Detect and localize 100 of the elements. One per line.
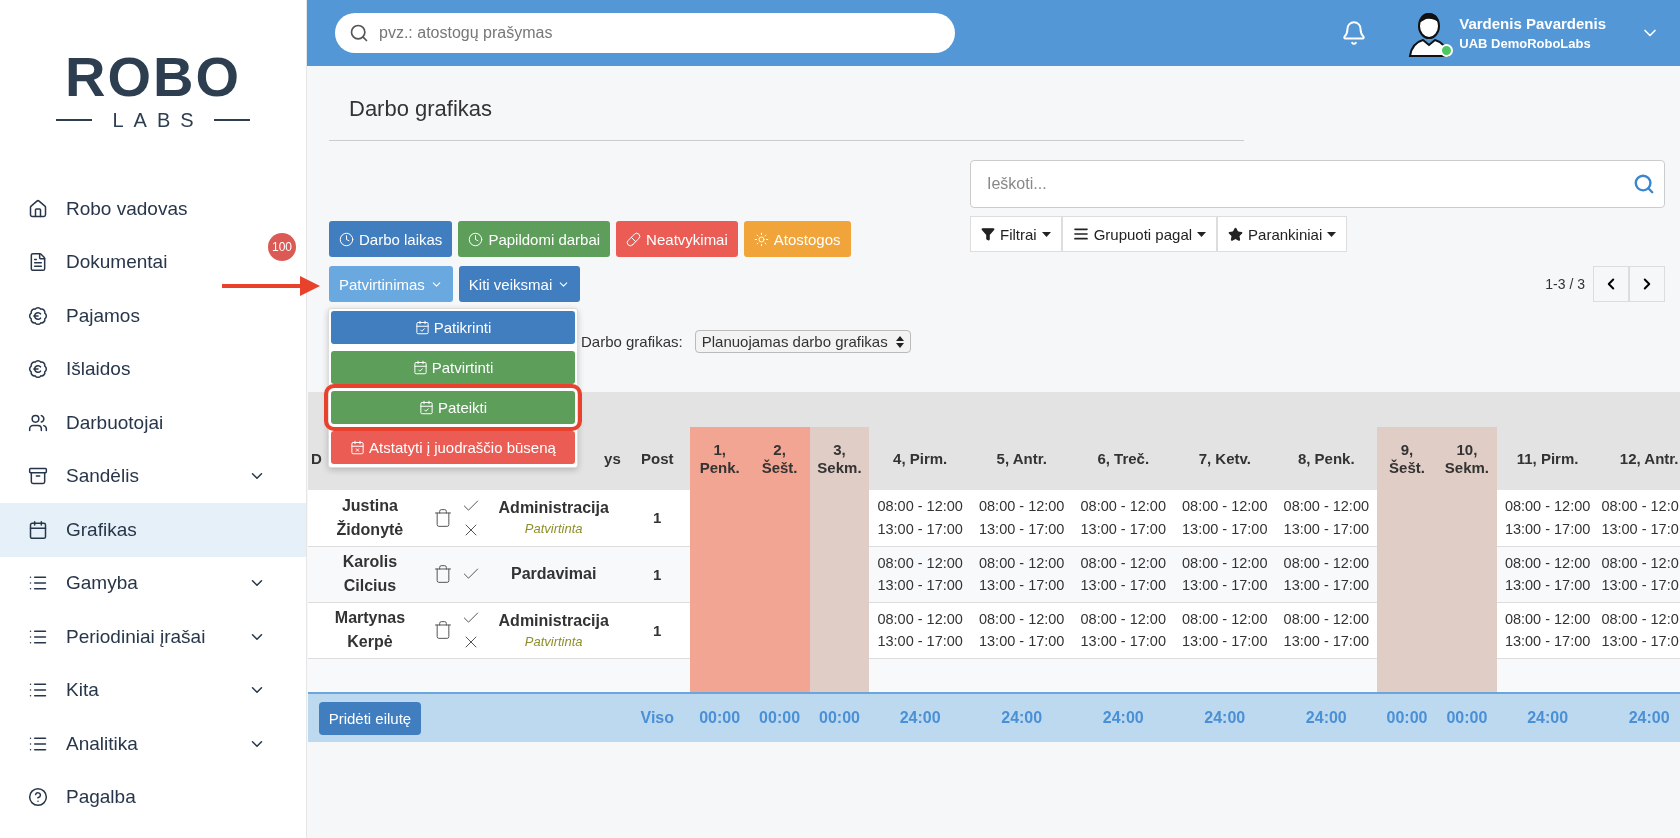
select-label: Darbo grafikas: [581, 333, 683, 350]
shift-time: 08:00 - 12:00 [1079, 553, 1167, 573]
department-name: Administracija [497, 499, 610, 518]
updown-icon [895, 335, 904, 348]
shift-time: 08:00 - 12:00 [1282, 609, 1371, 629]
sidebar-item[interactable]: Pagalba [0, 770, 306, 824]
sidebar-item[interactable]: Pajamos [0, 289, 306, 343]
sidebar-item[interactable]: Sandėlis [0, 449, 306, 503]
day-total: 24:00 [1305, 709, 1347, 726]
users-icon [28, 412, 48, 433]
day-header: 3, Sekm. [817, 440, 862, 476]
caret-icon [1327, 231, 1337, 237]
sidebar-item[interactable]: Išlaidos [0, 342, 306, 396]
calendar-check-icon [414, 320, 430, 335]
day-header: 12, Antr. [1619, 449, 1679, 467]
sidebar-label: Analitika [66, 732, 139, 755]
clock-icon [468, 231, 484, 247]
sidebar-label: Periodiniai įrašai [66, 625, 207, 648]
shift-time: 13:00 - 17:00 [876, 632, 964, 651]
sidebar-item[interactable]: Darbuotojai [0, 396, 306, 450]
trash-icon[interactable] [433, 507, 454, 528]
shift-time: 08:00 - 12:00 [876, 609, 964, 629]
sidebar-label: Grafikas [66, 518, 138, 541]
sidebar-item[interactable]: Analitika [0, 717, 306, 771]
sidebar-item[interactable]: Dokumentai 100 [0, 235, 306, 289]
add-row-button[interactable]: Pridėti eilutę [318, 701, 422, 735]
day-header: 2, Šešt. [761, 440, 798, 476]
shift-time: 13:00 - 17:00 [876, 576, 964, 595]
shift-time: 13:00 - 17:00 [1282, 519, 1371, 539]
sidebar-item[interactable]: Robo vadovas [0, 182, 306, 236]
sidebar-item[interactable]: Kita [0, 663, 306, 717]
next-page-button[interactable] [1629, 266, 1665, 302]
shift-time: 13:00 - 17:00 [1181, 632, 1269, 651]
day-header: 8, Penk. [1297, 449, 1355, 467]
shift-time: 08:00 - 12:00 [1503, 553, 1592, 573]
action-button[interactable]: Darbo laikas [329, 221, 453, 257]
shift-time: 13:00 - 17:00 [1079, 519, 1167, 539]
post-count: 1 [653, 509, 662, 527]
shift-time: 08:00 - 12:00 [1181, 609, 1269, 629]
column-header: D [311, 449, 322, 467]
company-name: UAB DemoRoboLabs [1459, 36, 1592, 51]
shift-time: 08:00 - 12:0 [1601, 553, 1680, 573]
day-total: 00:00 [1446, 709, 1488, 726]
employee-name: Martynas Kerpė [333, 608, 407, 652]
pager-range: 1-3 / 3 [1545, 276, 1585, 292]
sidebar-item[interactable]: Gamyba [0, 556, 306, 610]
employee-name: Justina Židonytė [335, 495, 405, 540]
shift-time: 13:00 - 17:00 [1503, 632, 1592, 651]
previous-page-button[interactable] [1593, 266, 1629, 302]
day-header: 11, Pirm. [1516, 449, 1579, 467]
day-header: 9, Šešt. [1389, 440, 1425, 476]
clock-icon [339, 231, 354, 247]
filter-button[interactable]: Grupuoti pagal [1061, 216, 1218, 252]
filter-button[interactable]: Filtrai [970, 216, 1062, 252]
status-label: Patvirtinta [523, 633, 584, 649]
shift-time: 08:00 - 12:0 [1601, 609, 1680, 629]
bell-icon[interactable] [1341, 20, 1368, 46]
shift-time: 08:00 - 12:00 [1282, 497, 1371, 517]
day-header: 5, Antr. [996, 449, 1047, 467]
sidebar-item[interactable]: Periodiniai įrašai [0, 610, 306, 664]
day-total: 24:00 [1001, 709, 1043, 726]
trash-icon[interactable] [433, 564, 454, 584]
post-count: 1 [653, 621, 662, 639]
euro-icon [28, 359, 48, 380]
archive-icon [28, 466, 48, 487]
day-total: 24:00 [1204, 709, 1246, 726]
department-name: Pardavimai [510, 565, 598, 583]
day-header: 7, Ketv. [1198, 449, 1251, 467]
department-name: Administracija [497, 611, 610, 630]
search-icon[interactable] [1633, 173, 1655, 195]
filter-button[interactable]: Parankiniai [1217, 216, 1348, 252]
menu-item[interactable]: Patikrinti [331, 311, 575, 344]
calendar-check-icon [412, 360, 428, 375]
menu-button[interactable]: Kiti veiksmai [458, 266, 581, 302]
schedule-select[interactable]: Planuojamas darbo grafikas [694, 330, 911, 353]
day-header: 1, Penk. [699, 440, 740, 476]
day-header: 4, Pirm. [893, 449, 948, 467]
sidebar-item[interactable]: Grafikas [0, 503, 306, 557]
shift-time: 08:00 - 12:0 [1601, 497, 1680, 517]
shift-time: 13:00 - 17:00 [977, 576, 1066, 595]
shift-time: 13:00 - 17:0 [1601, 519, 1680, 539]
star-icon [1228, 226, 1244, 242]
shift-time: 08:00 - 12:00 [1181, 553, 1269, 573]
sidebar-label: Kita [66, 679, 100, 702]
shift-time: 08:00 - 12:00 [1181, 497, 1269, 517]
shift-time: 13:00 - 17:00 [876, 519, 964, 539]
trash-icon[interactable] [433, 620, 454, 640]
global-search-field[interactable]: pvz.: atostogų prašymas [335, 13, 955, 53]
caret-icon [1041, 231, 1051, 237]
day-total: 24:00 [1527, 709, 1569, 726]
sidebar-label: Pagalba [66, 786, 137, 809]
sidebar-label: Gamyba [66, 572, 139, 595]
count-badge: 100 [268, 233, 296, 262]
calendar-icon [28, 519, 48, 540]
document-icon [28, 252, 48, 273]
home-icon [28, 198, 48, 219]
shift-time: 13:00 - 17:00 [977, 519, 1066, 539]
shift-time: 08:00 - 12:00 [1503, 497, 1592, 517]
sun-icon [753, 231, 769, 247]
search-field[interactable]: Ieškoti... [970, 160, 1665, 208]
